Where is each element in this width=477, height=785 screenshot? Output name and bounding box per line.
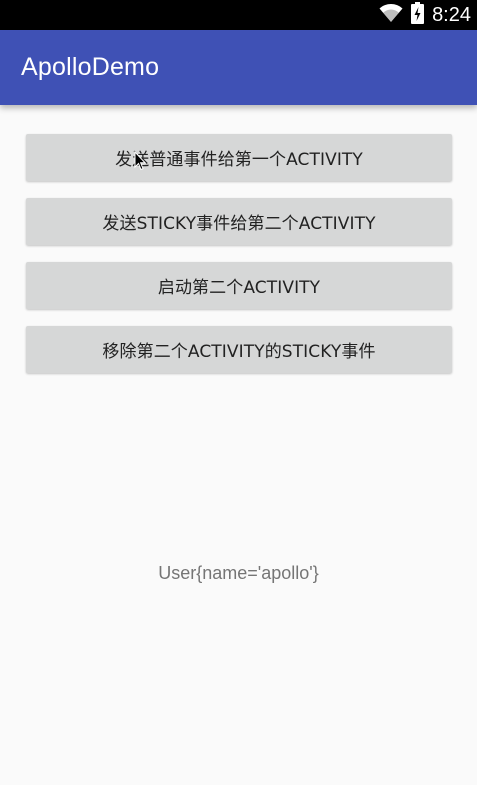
app-screen: 8:24 ApolloDemo 发送普通事件给第一个ACTIVITY 发送STI… — [0, 0, 477, 785]
app-title: ApolloDemo — [21, 53, 160, 81]
start-second-activity-button[interactable]: 启动第二个ACTIVITY — [26, 262, 452, 309]
status-time: 8:24 — [432, 4, 471, 26]
wifi-icon — [379, 3, 403, 27]
result-text: User{name='apollo'} — [158, 563, 319, 583]
remove-sticky-event-button[interactable]: 移除第二个ACTIVITY的STICKY事件 — [26, 326, 452, 373]
mouse-cursor-icon — [134, 150, 147, 175]
battery-charging-icon — [411, 2, 425, 28]
status-bar: 8:24 — [0, 0, 477, 30]
main-content: 发送普通事件给第一个ACTIVITY 发送STICKY事件给第二个ACTIVIT… — [0, 105, 477, 785]
app-bar: ApolloDemo — [0, 30, 477, 105]
status-icons: 8:24 — [379, 0, 471, 30]
send-normal-event-button[interactable]: 发送普通事件给第一个ACTIVITY — [26, 134, 452, 181]
send-sticky-event-button[interactable]: 发送STICKY事件给第二个ACTIVITY — [26, 198, 452, 245]
